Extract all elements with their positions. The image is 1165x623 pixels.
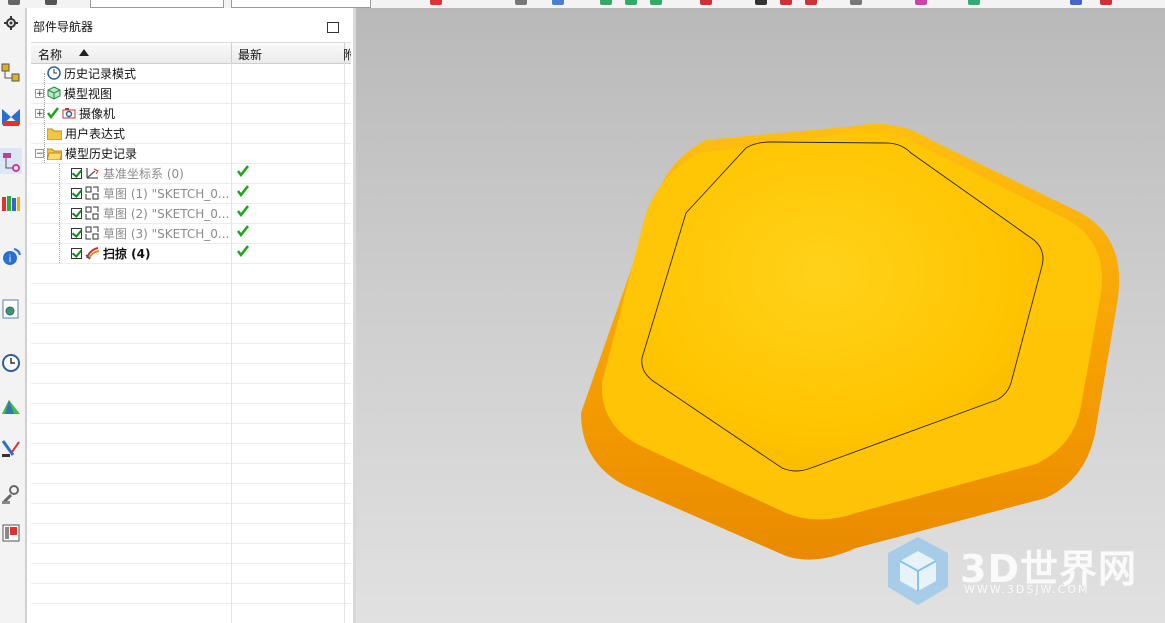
web-browser-icon[interactable]	[0, 296, 22, 322]
snap-icon[interactable]	[650, 0, 662, 5]
folder-icon	[47, 128, 62, 140]
menu-icon[interactable]	[45, 0, 57, 5]
clock-icon	[47, 66, 61, 80]
maximize-button[interactable]	[327, 22, 339, 33]
process-studio-icon[interactable]	[0, 436, 22, 462]
assembly-navigator-icon[interactable]	[0, 60, 22, 86]
tree-row-sketch-3[interactable]: 草图 (3) "SKETCH_0...	[31, 223, 351, 244]
snap-icon[interactable]	[805, 0, 817, 5]
hexagonal-sweep-part[interactable]	[356, 8, 1165, 623]
tree-row-datum-csys[interactable]: 基准坐标系 (0)	[31, 163, 351, 184]
render-icon[interactable]	[1070, 0, 1082, 5]
camera-icon	[62, 108, 76, 119]
watermark: 3D世界网 WWW.3DSJW.COM	[880, 533, 1150, 613]
model-view-icon	[47, 86, 61, 100]
expand-icon[interactable]: +	[35, 108, 44, 118]
tree-row-history-mode[interactable]: 历史记录模式	[31, 63, 351, 84]
snap-icon[interactable]	[700, 0, 712, 5]
selection-filter-dropdown[interactable]	[90, 0, 224, 8]
tree-row-sketch-2[interactable]: 草图 (2) "SKETCH_0...	[31, 203, 351, 224]
tree-row-label: 模型视图	[64, 86, 113, 101]
history-icon[interactable]	[0, 350, 22, 376]
tree-row-label: 基准坐标系 (0)	[103, 166, 184, 181]
render-icon[interactable]	[1100, 0, 1112, 5]
svg-text:i: i	[9, 254, 12, 265]
render-icon[interactable]	[968, 0, 980, 5]
expand-icon[interactable]: +	[35, 88, 44, 98]
part-navigator-panel: 部件导航器 名称 最新 附 历史记录模式 + 模型视图 + 摄像机 用户表达式 …	[26, 8, 355, 623]
sweep-icon	[85, 247, 100, 260]
column-name-header[interactable]: 名称	[38, 46, 62, 63]
sort-ascending-icon[interactable]	[79, 49, 89, 56]
snap-icon[interactable]	[600, 0, 612, 5]
visibility-checkbox[interactable]	[71, 207, 82, 219]
tree-row-label: 历史记录模式	[64, 66, 137, 81]
check-icon	[47, 107, 59, 119]
snap-icon[interactable]	[755, 0, 767, 5]
up-to-date-check-icon	[237, 245, 249, 257]
snap-icon[interactable]	[430, 0, 442, 5]
collapse-icon[interactable]: −	[35, 148, 44, 158]
visibility-checkbox[interactable]	[71, 227, 82, 239]
top-toolbar	[0, 0, 1165, 8]
constraint-navigator-icon[interactable]	[0, 104, 22, 130]
tree-row-label: 用户表达式	[65, 126, 126, 141]
tree-row-label: 草图 (1) "SKETCH_0...	[103, 186, 230, 201]
resource-bar: i	[0, 8, 26, 623]
tree-row-model-views[interactable]: + 模型视图	[31, 83, 351, 104]
tree-row-label: 草图 (2) "SKETCH_0...	[103, 206, 230, 221]
visibility-checkbox[interactable]	[71, 247, 82, 259]
visibility-checkbox[interactable]	[71, 167, 82, 179]
sketch-icon	[85, 186, 99, 200]
column-header: 名称 最新 附	[31, 42, 351, 64]
up-to-date-check-icon	[237, 205, 249, 217]
cube-logo-icon	[888, 537, 948, 605]
snap-icon[interactable]	[552, 0, 564, 5]
snap-icon[interactable]	[850, 0, 862, 5]
watermark-url: WWW.3DSJW.COM	[964, 583, 1090, 596]
navigator-tree: 历史记录模式 + 模型视图 + 摄像机 用户表达式 − 模型历史记录 基准坐标系…	[31, 63, 351, 623]
hd3d-tools-icon[interactable]: i	[0, 244, 22, 270]
visibility-checkbox[interactable]	[71, 187, 82, 199]
tree-row-sweep[interactable]: 扫掠 (4)	[31, 243, 351, 264]
tree-row-label: 扫掠 (4)	[103, 246, 151, 261]
snap-icon[interactable]	[515, 0, 527, 5]
sketch-icon	[85, 226, 99, 240]
gear-icon[interactable]	[0, 10, 22, 36]
up-to-date-check-icon	[237, 185, 249, 197]
system-materials-icon[interactable]	[0, 394, 22, 420]
part-navigator-icon[interactable]	[0, 148, 22, 174]
column-attach-header[interactable]: 附	[343, 46, 351, 63]
sketch-icon	[85, 206, 99, 220]
graphics-viewport[interactable]	[356, 8, 1165, 623]
panel-title: 部件导航器	[33, 20, 94, 34]
snap-icon[interactable]	[780, 0, 792, 5]
tree-row-label: 摄像机	[79, 106, 116, 121]
tree-row-sketch-1[interactable]: 草图 (1) "SKETCH_0...	[31, 183, 351, 204]
selection-scope-dropdown[interactable]	[231, 0, 371, 8]
reuse-library-icon[interactable]	[0, 190, 22, 216]
manufacturing-wizard-icon[interactable]	[0, 482, 22, 508]
column-latest-header[interactable]: 最新	[238, 46, 262, 63]
roles-icon[interactable]	[0, 520, 22, 546]
tree-row-user-expressions[interactable]: 用户表达式	[31, 123, 351, 144]
datum-csys-icon	[86, 168, 99, 179]
tree-row-cameras[interactable]: + 摄像机	[31, 103, 351, 124]
up-to-date-check-icon	[237, 165, 249, 177]
render-icon[interactable]	[915, 0, 927, 5]
tree-row-label: 草图 (3) "SKETCH_0...	[103, 226, 230, 241]
snap-icon[interactable]	[625, 0, 637, 5]
tree-row-label: 模型历史记录	[65, 146, 138, 161]
folder-open-icon	[47, 148, 62, 160]
up-to-date-check-icon	[237, 225, 249, 237]
settings-icon[interactable]	[8, 0, 20, 5]
tree-row-model-history[interactable]: − 模型历史记录	[31, 143, 351, 164]
